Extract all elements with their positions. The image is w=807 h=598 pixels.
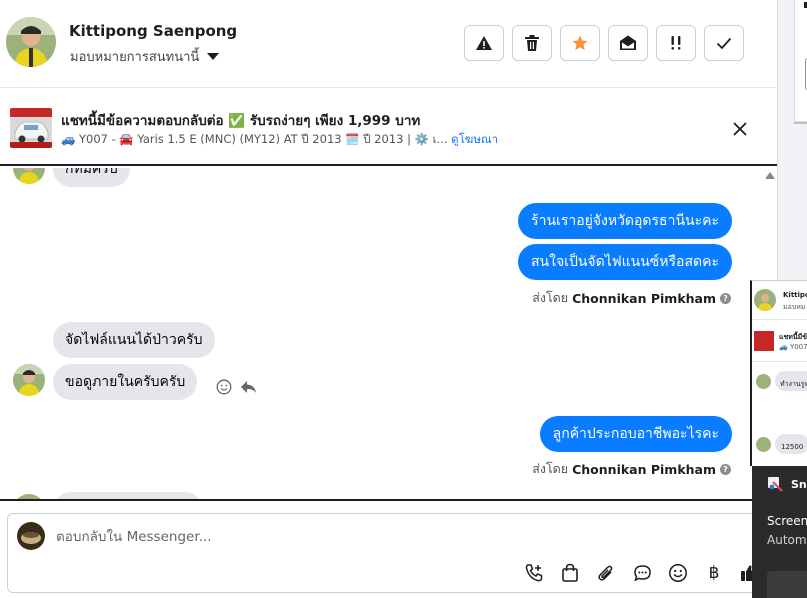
warning-icon xyxy=(476,36,492,50)
notification-heading: Screen xyxy=(767,514,807,528)
page-avatar xyxy=(17,522,45,550)
notification-app-name: Sni xyxy=(791,478,807,491)
bag-icon xyxy=(562,563,578,582)
side-panel-divider xyxy=(794,122,807,124)
snipping-tool-icon xyxy=(768,477,783,492)
emoji-button[interactable] xyxy=(660,561,696,585)
reply-icon[interactable] xyxy=(240,380,257,394)
attach-button[interactable] xyxy=(588,561,624,585)
mark-unread-button[interactable] xyxy=(608,25,648,61)
star-icon xyxy=(572,35,588,50)
mini-contact-name: Kittipo xyxy=(783,291,807,299)
contact-name[interactable]: Kittipong Saenpong xyxy=(69,22,237,40)
message-bubble-incoming[interactable]: ขอดูภายในครับครับ xyxy=(53,364,198,400)
reply-composer: ฿ xyxy=(7,513,764,593)
message-bubble-incoming[interactable]: ก็ทีมครับ xyxy=(53,168,130,187)
contact-avatar-small[interactable] xyxy=(13,364,45,396)
saved-replies-button[interactable] xyxy=(624,561,660,585)
assign-conversation-dropdown[interactable]: มอบหมายการสนทนานี้ xyxy=(70,46,220,67)
call-icon xyxy=(525,564,543,582)
check-icon xyxy=(716,37,732,50)
message-bubble-outgoing[interactable]: ลูกค้าประกอบอาชีพอะไรคะ xyxy=(539,416,732,452)
envelope-open-icon xyxy=(620,35,636,50)
ad-title: แชทนี้มีข้อความตอบกลับต่อ ✅ รับรถง่ายๆ เ… xyxy=(61,113,421,129)
contact-avatar[interactable] xyxy=(6,17,56,67)
help-icon[interactable]: ? xyxy=(720,463,731,475)
baht-icon: ฿ xyxy=(708,563,720,583)
call-button[interactable] xyxy=(516,561,552,585)
ad-thumbnail[interactable] xyxy=(10,108,52,148)
emoji-icon xyxy=(669,564,687,582)
mini-ad-thumbnail xyxy=(754,331,774,351)
sent-by-label: ส่งโดย Chonnikan Pimkham ? xyxy=(532,288,731,308)
scroll-up-arrow-icon[interactable] xyxy=(765,172,775,179)
thread-divider xyxy=(0,499,777,501)
close-banner-button[interactable] xyxy=(729,118,751,140)
mini-avatar-small xyxy=(756,374,771,389)
follow-up-button[interactable] xyxy=(656,25,696,61)
ad-context-banner: แชทนี้มีข้อความตอบกลับต่อ ✅ รับรถง่ายๆ เ… xyxy=(0,88,777,166)
double-exclamation-icon xyxy=(671,36,681,50)
mark-done-button[interactable] xyxy=(704,25,744,61)
conversation-header: Kittipong Saenpong มอบหมายการสนทนานี้ xyxy=(0,0,777,88)
sent-by-prefix: ส่งโดย xyxy=(532,461,569,476)
message-bubble-outgoing[interactable]: ร้านเราอยู่จังหวัดอุดรธานีนะคะ xyxy=(518,203,732,239)
sender-name: Chonnikan Pimkham xyxy=(572,461,716,477)
view-ad-link[interactable]: ดูโฆษณา xyxy=(451,132,498,146)
caret-down-icon xyxy=(207,53,220,60)
mini-ad-title: แชทนี้มีข้ xyxy=(779,333,807,341)
star-button[interactable] xyxy=(560,25,600,61)
snipping-tool-notification[interactable]: Sni Screen Autom xyxy=(752,466,807,598)
mini-message-bubble: 12500 xyxy=(775,434,807,454)
reply-input[interactable] xyxy=(56,525,656,549)
ad-subtitle-text: 🚙 Y007 - 🚘 Yaris 1.5 E (MNC) (MY12) AT ป… xyxy=(61,132,448,146)
close-icon xyxy=(733,122,747,136)
payment-button[interactable]: ฿ xyxy=(696,561,732,585)
emoji-react-icon[interactable] xyxy=(216,379,232,395)
mini-message-bubble: ทำงานรูทก xyxy=(775,371,807,391)
spam-button[interactable] xyxy=(464,25,504,61)
assign-label: มอบหมายการสนทนานี้ xyxy=(70,50,200,65)
notification-body: Autom xyxy=(767,533,807,547)
help-icon[interactable]: ? xyxy=(720,292,731,304)
ad-subtitle: 🚙 Y007 - 🚘 Yaris 1.5 E (MNC) (MY12) AT ป… xyxy=(61,131,498,149)
composer-toolbar: ฿ xyxy=(516,561,768,585)
floating-chat-window[interactable]: Kittipo มอบหม แชทนี้มีข้ 🚙 Y007 - ทำงานร… xyxy=(750,280,807,466)
mini-avatar xyxy=(754,289,776,311)
mini-subtitle: มอบหม xyxy=(783,303,806,311)
mini-ad-subtitle: 🚙 Y007 - xyxy=(779,343,807,351)
mini-avatar-small xyxy=(756,437,771,452)
sent-by-label: ส่งโดย Chonnikan Pimkham ? xyxy=(532,459,731,479)
message-bubble-outgoing[interactable]: สนใจเป็นจัดไฟแนนซ์หรือสดคะ xyxy=(518,244,732,280)
notification-action-button[interactable] xyxy=(767,571,807,598)
message-thread[interactable]: ก็ทีมครับ ร้านเราอยู่จังหวัดอุดรธานีนะคะ… xyxy=(0,168,777,500)
sender-name: Chonnikan Pimkham xyxy=(572,290,716,306)
shop-button[interactable] xyxy=(552,561,588,585)
delete-button[interactable] xyxy=(512,25,552,61)
paperclip-icon xyxy=(598,565,613,581)
chat-bubble-icon xyxy=(633,564,651,581)
message-actions xyxy=(216,379,257,395)
contact-avatar-small[interactable] xyxy=(13,168,45,184)
sent-by-prefix: ส่งโดย xyxy=(532,290,569,305)
trash-icon xyxy=(525,35,539,51)
message-bubble-incoming[interactable]: จัดไฟล์แนนได้ป่าวครับ xyxy=(53,322,215,358)
